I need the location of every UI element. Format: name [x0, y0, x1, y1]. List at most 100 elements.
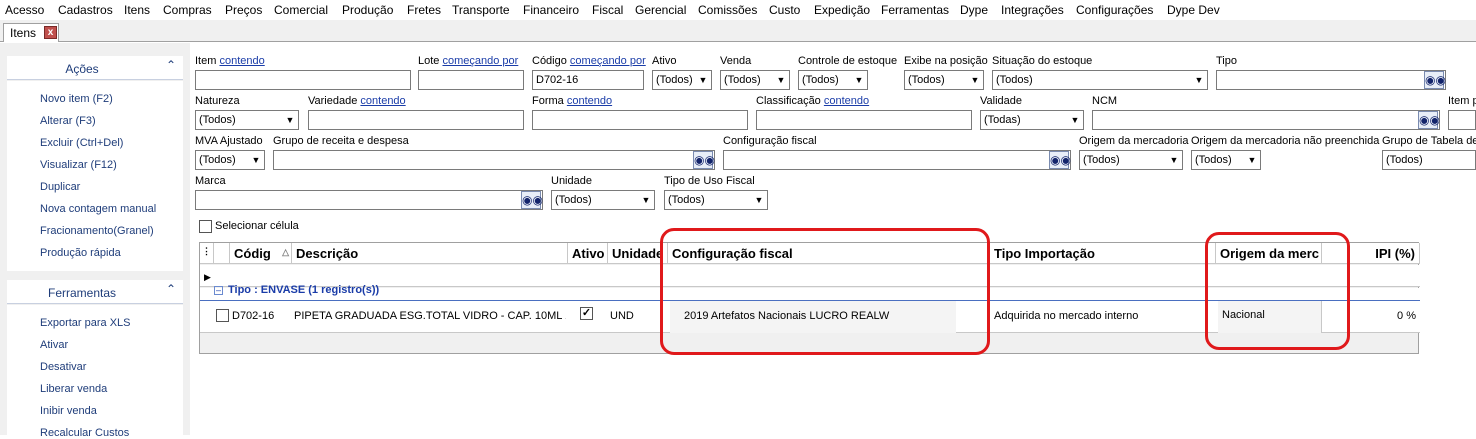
filter-variedade-label: Variedade contendo: [308, 95, 406, 107]
chevron-down-icon: ▼: [1194, 75, 1204, 85]
filter-classificacao-mode[interactable]: contendo: [824, 95, 869, 107]
action-novo-item[interactable]: Novo item (F2): [40, 93, 113, 105]
filter-situacao-estoque-label: Situação do estoque: [992, 55, 1093, 67]
action-ativar[interactable]: Ativar: [40, 339, 68, 351]
tab-itens-label: Itens: [10, 26, 37, 40]
filter-classificacao-input[interactable]: [756, 110, 972, 130]
filter-origem-select[interactable]: (Todos) ▼: [1079, 150, 1183, 170]
filter-grupo-receita-input[interactable]: [273, 150, 715, 170]
chevron-up-icon[interactable]: ⌃: [163, 58, 179, 74]
filter-origem-nao-preenchida-select[interactable]: (Todos) ▼: [1191, 150, 1261, 170]
menu-precos[interactable]: Preços: [225, 3, 262, 17]
chevron-up-icon[interactable]: ⌃: [163, 282, 179, 298]
action-fracionamento[interactable]: Fracionamento(Granel): [40, 225, 154, 237]
chevron-down-icon: ▼: [854, 75, 864, 85]
binoculars-icon[interactable]: ◉◉: [693, 151, 715, 169]
menu-gerencial[interactable]: Gerencial: [635, 3, 686, 17]
menu-cadastros[interactable]: Cadastros: [58, 3, 113, 17]
row-select-checkbox[interactable]: [216, 309, 229, 322]
cell-descricao: PIPETA GRADUADA ESG.TOTAL VIDRO - CAP. 1…: [294, 310, 566, 322]
menu-compras[interactable]: Compras: [163, 3, 212, 17]
select-column-header: [214, 243, 230, 264]
action-duplicar[interactable]: Duplicar: [40, 181, 80, 193]
action-producao-rapida[interactable]: Produção rápida: [40, 247, 121, 259]
action-excluir[interactable]: Excluir (Ctrl+Del): [40, 137, 123, 149]
cell-ativo-checkbox[interactable]: ✓: [580, 307, 593, 320]
filter-classificacao-label: Classificação contendo: [756, 95, 870, 107]
column-header-unidade[interactable]: Unidade: [608, 243, 668, 264]
highlight-origem: [1205, 232, 1350, 350]
filter-grupo-tabela-select[interactable]: (Todos): [1382, 150, 1476, 170]
filter-natureza-select[interactable]: (Todos) ▼: [195, 110, 299, 130]
menu-fiscal[interactable]: Fiscal: [592, 3, 623, 17]
menu-comissoes[interactable]: Comissões: [698, 3, 757, 17]
filter-forma-input[interactable]: [532, 110, 748, 130]
tab-strip: Itens x: [0, 20, 1476, 42]
action-alterar[interactable]: Alterar (F3): [40, 115, 96, 127]
tab-itens[interactable]: Itens x: [3, 23, 59, 42]
menu-expedicao[interactable]: Expedição: [814, 3, 870, 17]
filter-codigo-input[interactable]: D702-16: [532, 70, 644, 90]
filter-venda-label: Venda: [720, 55, 752, 67]
filter-variedade-input[interactable]: [308, 110, 524, 130]
menu-dype[interactable]: Dype: [960, 3, 988, 17]
menu-comercial[interactable]: Comercial: [274, 3, 328, 17]
filter-venda-select[interactable]: (Todos) ▼: [720, 70, 790, 90]
filter-unidade-select[interactable]: (Todos) ▼: [551, 190, 655, 210]
menu-custo[interactable]: Custo: [769, 3, 800, 17]
filter-config-fiscal-input[interactable]: [723, 150, 1071, 170]
column-header-tipo-importacao[interactable]: Tipo Importação: [990, 243, 1216, 264]
action-recalcular-custos[interactable]: Recalcular Custos: [40, 427, 129, 439]
action-nova-contagem[interactable]: Nova contagem manual: [40, 203, 156, 215]
group-label: Tipo : ENVASE (1 registro(s)): [228, 284, 380, 296]
filter-tipo-uso-fiscal-select[interactable]: (Todos) ▼: [664, 190, 768, 210]
action-desativar[interactable]: Desativar: [40, 361, 86, 373]
binoculars-icon[interactable]: ◉◉: [521, 191, 543, 209]
menu-fretes[interactable]: Fretes: [407, 3, 441, 17]
filter-situacao-estoque-select[interactable]: (Todos) ▼: [992, 70, 1208, 90]
column-header-codigo[interactable]: Códig △: [230, 243, 292, 264]
column-header-ativo[interactable]: Ativo: [568, 243, 608, 264]
filter-marca-input[interactable]: [195, 190, 543, 210]
menu-financeiro[interactable]: Financeiro: [523, 3, 579, 17]
binoculars-icon[interactable]: ◉◉: [1424, 71, 1446, 89]
binoculars-icon[interactable]: ◉◉: [1418, 111, 1440, 129]
action-liberar-venda[interactable]: Liberar venda: [40, 383, 107, 395]
filter-validade-select[interactable]: (Todas) ▼: [980, 110, 1084, 130]
chevron-down-icon: ▼: [1169, 155, 1179, 165]
select-cell-checkbox[interactable]: [199, 220, 212, 233]
menu-integracoes[interactable]: Integrações: [1001, 3, 1064, 17]
action-visualizar[interactable]: Visualizar (F12): [40, 159, 117, 171]
menu-ferramentas[interactable]: Ferramentas: [881, 3, 949, 17]
binoculars-icon[interactable]: ◉◉: [1049, 151, 1071, 169]
filter-mva-select[interactable]: (Todos) ▼: [195, 150, 265, 170]
filter-item-input[interactable]: [195, 70, 411, 90]
menu-producao[interactable]: Produção: [342, 3, 393, 17]
column-header-descricao[interactable]: Descrição: [292, 243, 568, 264]
filter-lote-mode[interactable]: começando por: [442, 55, 518, 67]
filter-controle-estoque-select[interactable]: (Todos) ▼: [798, 70, 868, 90]
filter-forma-mode[interactable]: contendo: [567, 95, 612, 107]
filter-item-p-input[interactable]: [1448, 110, 1476, 130]
menu-dype-dev[interactable]: Dype Dev: [1167, 3, 1220, 17]
ferramentas-header[interactable]: Ferramentas ⌃: [7, 280, 183, 304]
action-exportar-xls[interactable]: Exportar para XLS: [40, 317, 131, 329]
select-cell-label: Selecionar célula: [215, 220, 299, 232]
filter-exibe-posicao-select[interactable]: (Todos) ▼: [904, 70, 984, 90]
menu-transporte[interactable]: Transporte: [452, 3, 510, 17]
action-inibir-venda[interactable]: Inibir venda: [40, 405, 97, 417]
filter-lote-input[interactable]: [418, 70, 524, 90]
filter-item-mode[interactable]: contendo: [219, 55, 264, 67]
filter-variedade-mode[interactable]: contendo: [360, 95, 405, 107]
menu-configuracoes[interactable]: Configurações: [1076, 3, 1153, 17]
menu-acesso[interactable]: Acesso: [5, 3, 44, 17]
close-icon[interactable]: x: [44, 26, 57, 39]
filter-ativo-select[interactable]: (Todos) ▼: [652, 70, 712, 90]
filter-codigo-mode[interactable]: começando por: [570, 55, 646, 67]
filter-tipo-input[interactable]: [1216, 70, 1446, 90]
filter-ncm-input[interactable]: [1092, 110, 1440, 130]
acoes-header[interactable]: Ações ⌃: [7, 56, 183, 80]
menu-itens[interactable]: Itens: [124, 3, 150, 17]
filter-controle-estoque-label: Controle de estoque: [798, 55, 898, 67]
collapse-icon[interactable]: –: [214, 286, 223, 295]
